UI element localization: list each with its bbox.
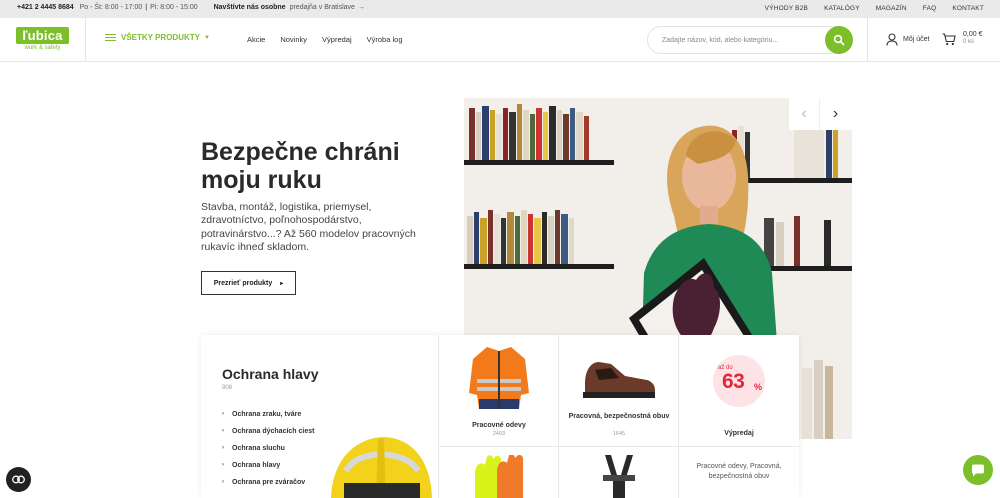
subcategory-item[interactable]: › Ochrana hlavy: [222, 461, 332, 470]
tile-gloves[interactable]: [439, 447, 559, 498]
slider-next-button[interactable]: ›: [820, 98, 851, 130]
tile-safety-shoes[interactable]: Pracovná, bezpečnostná obuv 1645: [559, 335, 679, 447]
arrow-right-icon: ▸: [280, 280, 284, 287]
subcategory-label: Ochrana dýchacích ciest: [232, 428, 315, 435]
contact-info: +421 2 4445 8684 Po - Št: 8:00 - 17:00 |…: [17, 4, 365, 11]
view-products-button[interactable]: Prezrieť produkty ▸: [201, 271, 296, 295]
promo-unit: %: [754, 382, 763, 392]
tile-count: 2493: [492, 431, 506, 437]
subcategory-label: Ochrana hlavy: [232, 462, 281, 469]
tile-harness[interactable]: [559, 447, 679, 498]
logo-wordmark: ľubica: [16, 27, 69, 44]
divider: [85, 18, 86, 61]
cart-link[interactable]: 0,00 € 0 ks: [942, 31, 982, 46]
main-header: ľubica work & safety VŠETKY PRODUKTY ▼ A…: [0, 18, 1000, 62]
chevron-right-icon: ›: [222, 428, 224, 434]
chevron-left-icon: ‹: [801, 105, 807, 122]
tile-label: Výpredaj: [724, 430, 754, 437]
nav-sale[interactable]: Akcie: [247, 35, 265, 44]
logo[interactable]: ľubica work & safety: [16, 27, 69, 54]
cart-quantity: 0 ks: [963, 39, 975, 45]
chevron-right-icon: ›: [222, 479, 224, 485]
chevron-right-icon: ›: [832, 105, 839, 122]
category-featured: Ochrana hlavy 908 › Ochrana zraku, tváre …: [201, 335, 439, 498]
tile-info: Pracovné odevy, Pracovná, bezpečnostná o…: [679, 447, 799, 498]
cart-icon: [942, 33, 956, 46]
nav-clearance[interactable]: Výpredaj: [322, 35, 352, 44]
top-bar: +421 2 4445 8684 Po - Št: 8:00 - 17:00 |…: [0, 0, 1000, 18]
view-products-label: Prezrieť produkty: [213, 279, 273, 287]
gloves-image: [475, 455, 523, 498]
search-icon: [833, 34, 845, 46]
account-label: Môj účet: [903, 36, 930, 43]
nav-new[interactable]: Novinky: [280, 35, 307, 44]
chevron-down-icon: ▼: [203, 34, 210, 41]
promo-value: 63: [722, 370, 745, 393]
slider-prev-button[interactable]: ‹: [789, 98, 820, 130]
top-link-magazine[interactable]: MAGAZÍN: [876, 5, 907, 12]
category-count: 908: [222, 385, 233, 391]
all-products-label: VŠETKY PRODUKTY: [121, 33, 200, 42]
subcategory-item[interactable]: › Ochrana pre zváračov: [222, 478, 332, 487]
phone-number[interactable]: +421 2 4445 8684: [17, 4, 74, 11]
chevron-right-icon: ›: [222, 445, 224, 451]
subcategory-item[interactable]: › Ochrana zraku, tváre: [222, 410, 332, 419]
hours-weekday: Po - Št: 8:00 - 17:00: [79, 4, 143, 11]
tile-workwear[interactable]: Pracovné odevy 2493: [439, 335, 559, 447]
subcategory-label: Ochrana pre zváračov: [232, 479, 306, 486]
subcategory-label: Ochrana sluchu: [232, 445, 285, 452]
subcategory-list: › Ochrana zraku, tváre › Ochrana dýchacích…: [222, 410, 332, 495]
tile-info-text: Pracovné odevy, Pracovná, bezpečnostná o…: [696, 463, 782, 480]
all-products-menu[interactable]: VŠETKY PRODUKTY ▼: [105, 33, 210, 42]
subcategory-item[interactable]: › Ochrana dýchacích ciest: [222, 427, 332, 436]
search-bar[interactable]: Zadajte názov, kód, alebo kategóriu...: [647, 26, 853, 54]
tile-label: Pracovné odevy: [472, 422, 526, 429]
category-panel: Ochrana hlavy 908 › Ochrana zraku, tváre …: [201, 335, 799, 498]
divider: [867, 18, 868, 61]
harness-image: [603, 455, 635, 498]
tile-count: 1645: [612, 431, 626, 437]
arrow-right-icon: →: [357, 4, 365, 11]
hero-title: Bezpečne chráni moju ruku: [201, 138, 400, 194]
hours-friday: Pi: 8:00 - 15:00: [150, 4, 198, 11]
cookie-icon: [12, 475, 25, 484]
workwear-image: [439, 341, 559, 415]
subcategory-item[interactable]: › Ochrana sluchu: [222, 444, 332, 453]
chat-button[interactable]: [963, 455, 993, 485]
tile-label: Pracovná, bezpečnostná obuv: [568, 413, 670, 420]
cart-price: 0,00 €: [963, 31, 983, 38]
chevron-right-icon: ›: [222, 411, 224, 417]
chevron-right-icon: ›: [222, 462, 224, 468]
main-nav: Akcie Novinky Výpredaj Výroba log: [247, 35, 418, 44]
user-icon: [886, 33, 898, 46]
separator: |: [145, 4, 148, 11]
search-button[interactable]: [825, 26, 853, 54]
search-input[interactable]: Zadajte názov, kód, alebo kategóriu...: [662, 37, 778, 44]
nav-logo-production[interactable]: Výroba log: [367, 35, 403, 44]
slider-controls: ‹ ›: [789, 98, 852, 130]
top-link-contact[interactable]: KONTAKT: [952, 5, 984, 12]
account-link[interactable]: Môj účet: [886, 33, 929, 46]
shoes-image: [559, 341, 679, 415]
top-link-faq[interactable]: FAQ: [923, 5, 937, 12]
hero-description: Stavba, montáž, logistika, priemysel, zd…: [201, 201, 416, 253]
shoe-icon: [583, 362, 655, 398]
cookie-settings-button[interactable]: [6, 467, 31, 492]
top-link-b2b[interactable]: VÝHODY B2B: [765, 5, 808, 12]
category-title[interactable]: Ochrana hlavy: [222, 366, 319, 382]
top-link-catalogs[interactable]: KATALÓGY: [824, 5, 860, 12]
promo-badge: až do 63 %: [713, 355, 765, 407]
top-links: VÝHODY B2B KATALÓGY MAGAZÍN FAQ KONTAKT: [749, 5, 984, 12]
subcategory-label: Ochrana zraku, tváre: [232, 411, 302, 418]
safety-helmet-image: [331, 437, 432, 498]
jacket-icon: [469, 347, 529, 409]
visit-subtitle[interactable]: predajňa v Bratislave: [290, 4, 355, 11]
visit-title[interactable]: Navštívte nás osobne: [214, 4, 286, 11]
logo-tagline: work & safety: [24, 45, 61, 51]
tile-clearance[interactable]: až do 63 % Výpredaj: [679, 335, 799, 447]
chat-icon: [972, 464, 984, 476]
promo-badge-wrap: až do 63 %: [679, 353, 799, 409]
hamburger-icon: [105, 33, 116, 42]
